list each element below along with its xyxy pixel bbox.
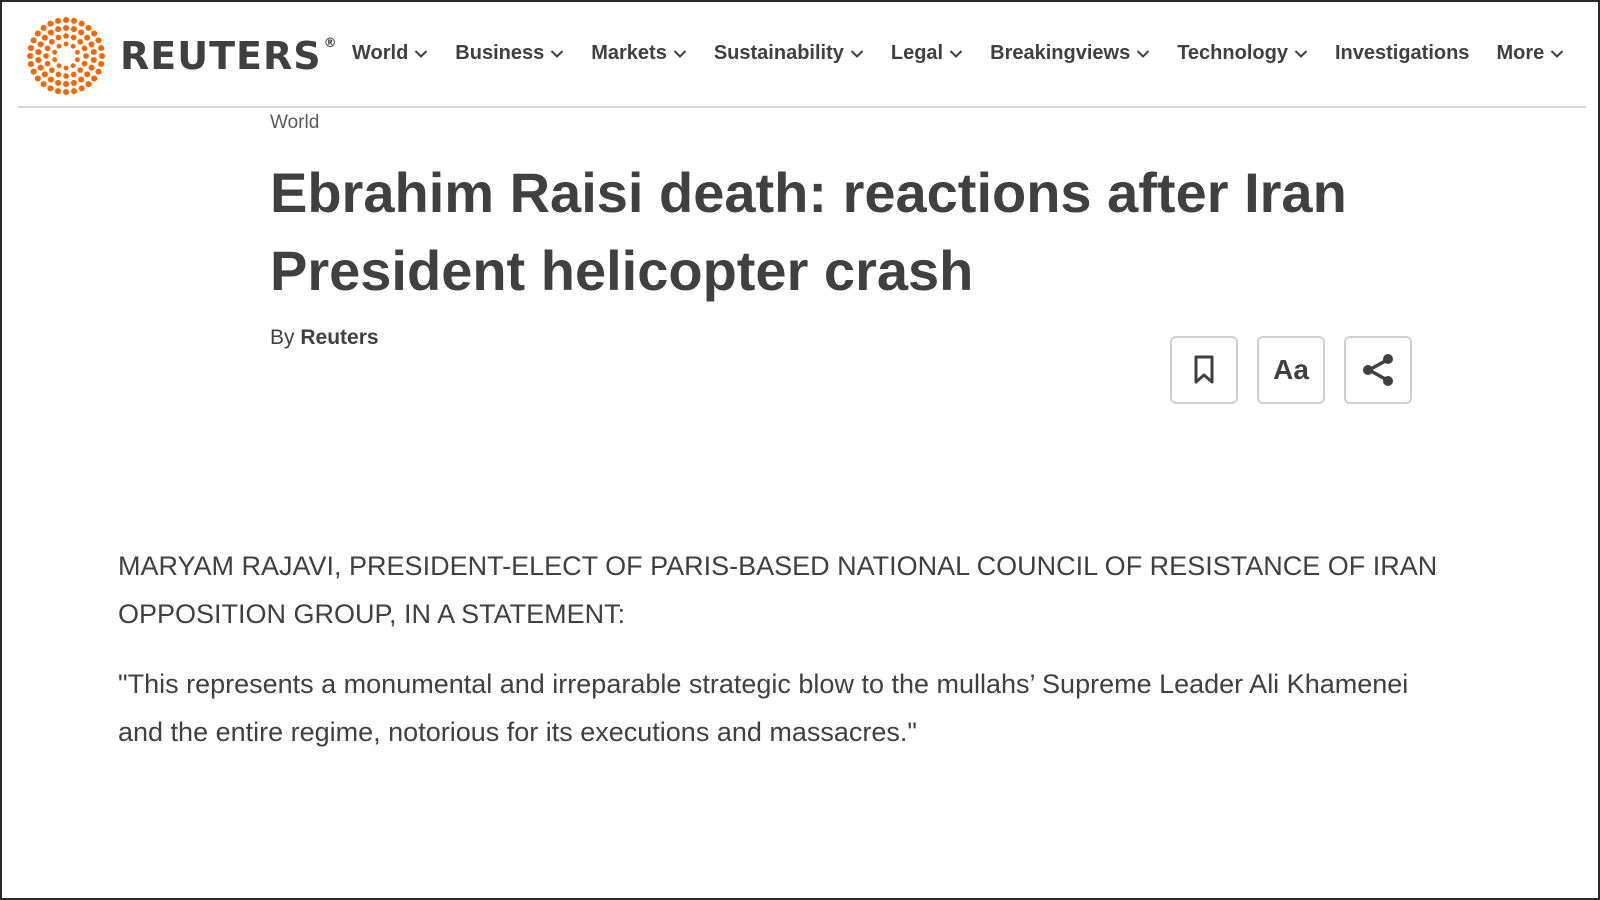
quote-text: "This represents a monumental and irrepa… [118, 669, 1409, 747]
byline: By Reuters [270, 326, 379, 350]
registered-mark: ® [323, 36, 338, 51]
nav-item-investigations[interactable]: Investigations [1335, 42, 1469, 65]
nav-item-more[interactable]: More [1496, 42, 1564, 65]
nav-item-technology[interactable]: Technology [1177, 42, 1308, 65]
section-breadcrumb[interactable]: World [270, 112, 319, 134]
nav-item-markets[interactable]: Markets [591, 42, 687, 65]
site-header: REUTERS ® World Business Markets Sustainabil… [18, 2, 1586, 108]
text-size-label: Aa [1273, 354, 1309, 385]
chevron-down-icon [1294, 49, 1308, 58]
nav-item-breakingviews[interactable]: Breakingviews [990, 42, 1150, 65]
nav-item-label: World [352, 42, 409, 64]
chevron-down-icon [1551, 49, 1564, 58]
share-button[interactable] [1344, 336, 1412, 404]
main-nav: World Business Markets Sustainability Legal B… [352, 42, 1564, 65]
nav-item-world[interactable]: World [352, 42, 428, 65]
nav-item-label: Markets [591, 42, 667, 64]
article-tools: Aa [1170, 336, 1412, 404]
nav-item-business[interactable]: Business [455, 42, 564, 65]
byline-prefix: By [270, 326, 295, 349]
nav-item-legal[interactable]: Legal [891, 42, 963, 65]
browser-frame: REUTERS ® World Business Markets Sustainabil… [0, 0, 1600, 900]
share-icon [1363, 354, 1393, 386]
nav-item-sustainability[interactable]: Sustainability [714, 42, 864, 65]
chevron-down-icon [1136, 49, 1150, 58]
chevron-down-icon [551, 49, 564, 58]
bookmark-button[interactable] [1170, 336, 1238, 404]
nav-item-label: Technology [1177, 42, 1288, 64]
chevron-down-icon [949, 49, 963, 58]
byline-author-link[interactable]: Reuters [300, 326, 378, 349]
quote-speaker: MARYAM RAJAVI, PRESIDENT-ELECT OF PARIS-… [118, 551, 1438, 629]
nav-item-label: Investigations [1334, 42, 1470, 64]
reuters-logo-icon [27, 17, 105, 95]
nav-item-label: Sustainability [713, 42, 844, 64]
bookmark-icon [1194, 355, 1214, 384]
logo-wordmark: REUTERS ® [120, 34, 338, 78]
text-size-button[interactable]: Aa [1257, 336, 1325, 404]
nav-item-label: Business [455, 42, 545, 64]
nav-item-label: Breakingviews [990, 42, 1131, 64]
chevron-down-icon [850, 49, 864, 58]
article-headline: Ebrahim Raisi death: reactions after Ira… [270, 161, 1347, 302]
nav-item-label: More [1496, 42, 1545, 64]
chevron-down-icon [673, 49, 687, 58]
reuters-logo[interactable]: REUTERS ® [26, 16, 338, 96]
nav-item-label: Legal [890, 42, 944, 64]
chevron-down-icon [415, 49, 428, 58]
